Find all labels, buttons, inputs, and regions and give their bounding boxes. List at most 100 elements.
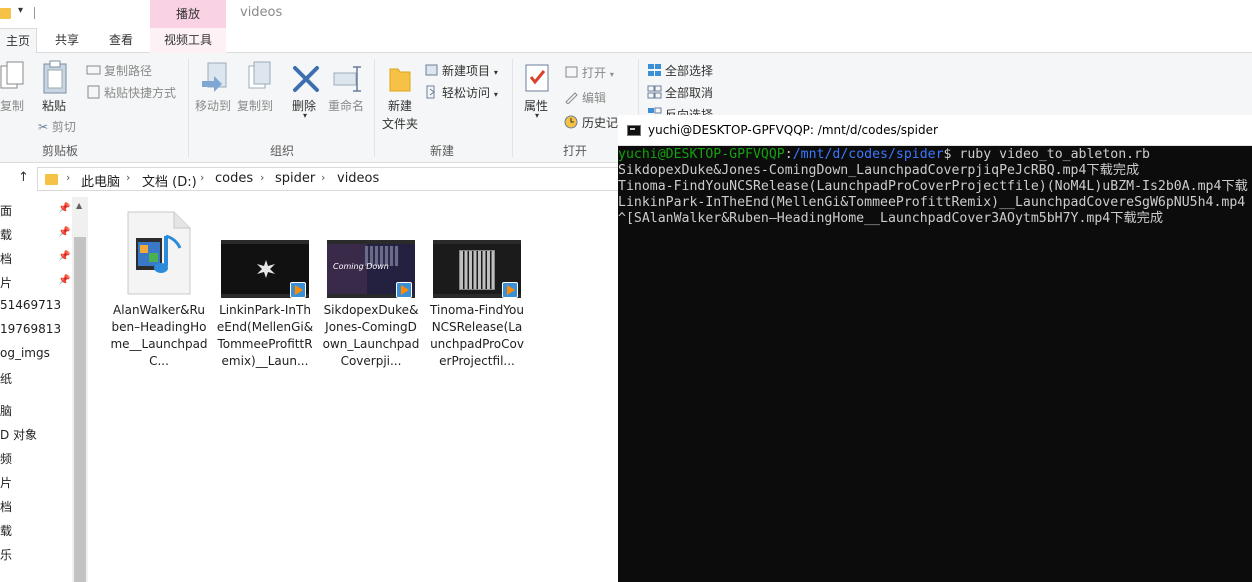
edit-icon [565,92,578,104]
nav-item[interactable]: 片 [0,474,12,491]
easy-access-icon [426,85,435,99]
edit-button[interactable]: 编辑 [564,89,606,106]
nav-item[interactable]: 档 [0,250,12,267]
file-item[interactable]: LinkinPark-InTheEnd(MellenGi&TommeeProfi… [216,208,314,378]
launchpad-graphic [459,250,495,290]
terminal-line: SikdopexDuke&Jones-ComingDown_LaunchpadC… [618,162,1140,178]
terminal-output[interactable]: yuchi@DESKTOP-GPFVQQP:/mnt/d/codes/spide… [618,147,1252,227]
nav-item[interactable]: D 对象 [0,426,37,443]
open-dropdown-icon: ▾ [609,70,614,79]
copy-path-button[interactable]: 复制路径 [86,62,152,79]
easy-access-button[interactable]: 轻松访问 ▾ [424,84,498,101]
new-folder-icon [389,68,411,92]
prompt-command: $ ruby video_to_ableton.rb [943,147,1150,162]
delete-dropdown-icon[interactable]: ▾ [303,111,307,120]
clipboard-group-label: 剪贴板 [42,144,79,158]
terminal-line: ^[SAlanWalker&Ruben–HeadingHome__Launchp… [618,210,1164,226]
media-player-badge-icon [290,282,306,298]
prompt-user: yuchi@DESKTOP-GPFVQQP [618,147,785,162]
file-item[interactable]: Coming Down SikdopexDuke&Jones-ComingDow… [322,208,420,378]
nav-item[interactable]: 载 [0,522,12,539]
prompt-path: /mnt/d/codes/spider [792,147,944,162]
breadcrumb-videos[interactable]: videos [337,171,379,186]
open-label: 打开 [582,66,607,80]
tab-video-tools[interactable]: 视频工具 [150,28,226,53]
chevron-right-icon[interactable]: › [260,171,264,184]
folder-icon[interactable] [0,8,11,19]
nav-item[interactable]: 脑 [0,402,12,419]
history-label: 历史记 [582,116,619,130]
nav-item[interactable]: 频 [0,450,12,467]
copy-path-label: 复制路径 [104,64,153,78]
scroll-up-icon[interactable]: ▲ [76,201,82,210]
group-separator [374,59,375,157]
file-name: SikdopexDuke&Jones-ComingDown_LaunchpadC… [322,303,420,368]
select-none-button[interactable]: 全部取消 [647,84,713,101]
nav-item[interactable]: 51469713 [0,298,61,312]
easy-access-label: 轻松访问 [442,86,491,100]
file-item[interactable]: Tinoma-FindYouNCSRelease(LaunchpadProCov… [428,208,526,378]
chevron-right-icon[interactable]: › [126,171,130,184]
copy-path-icon [86,65,101,75]
new-item-icon [425,64,438,76]
terminal-icon [627,125,641,136]
cut-button[interactable]: ✂ 剪切 [38,118,76,135]
move-to-button[interactable]: 移动到 [195,97,231,114]
quick-access-dropdown-icon[interactable]: ▾ [18,5,23,16]
explorer-titlebar: ▾ 播放 videos [0,0,1252,28]
copy-button[interactable]: 复制 [0,97,24,114]
nav-scrollbar-thumb[interactable] [74,237,86,582]
history-icon [564,115,578,129]
paste-button[interactable]: 粘贴 [42,97,66,114]
tab-view[interactable]: 查看 [98,28,144,53]
terminal-window[interactable]: yuchi@DESKTOP-GPFVQQP: /mnt/d/codes/spid… [618,115,1252,582]
terminal-line: Tinoma-FindYouNCSRelease(LaunchpadProCov… [618,178,1248,194]
nav-item[interactable]: 纸 [0,370,12,387]
nav-item[interactable]: 面 [0,202,12,219]
new-folder-button-line2[interactable]: 文件夹 [382,115,418,132]
terminal-titlebar[interactable]: yuchi@DESKTOP-GPFVQQP: /mnt/d/codes/spid… [618,115,1252,146]
media-player-badge-icon [502,282,518,298]
history-button[interactable]: 历史记 [564,114,618,131]
breadcrumb-codes[interactable]: codes [215,171,253,186]
file-item[interactable]: AlanWalker&Ruben–HeadingHome__LaunchpadC… [110,208,208,378]
scissors-icon: ✂ [38,120,49,134]
breadcrumb-spider[interactable]: spider [275,171,315,186]
pin-icon[interactable]: 📌 [58,251,70,262]
media-player-badge-icon [396,282,412,298]
file-name: Tinoma-FindYouNCSRelease(LaunchpadProCov… [430,303,524,368]
chevron-right-icon[interactable]: › [321,171,325,184]
quick-access-separator [34,7,35,19]
breadcrumb-drive-d[interactable]: 文档 (D:) [142,171,197,190]
terminal-line: LinkinPark-InTheEnd(MellenGi&TommeeProfi… [618,194,1246,210]
nav-item[interactable]: 乐 [0,546,12,563]
nav-item[interactable]: 档 [0,498,12,515]
paste-icon [43,60,67,94]
pin-icon[interactable]: 📌 [58,203,70,214]
tab-share[interactable]: 共享 [44,28,90,53]
properties-dropdown-icon[interactable]: ▾ [535,111,539,120]
new-item-button[interactable]: 新建项目 ▾ [424,62,498,79]
nav-item[interactable]: 19769813 [0,322,61,336]
paste-shortcut-button[interactable]: 粘贴快捷方式 [86,84,176,101]
new-folder-button-line1[interactable]: 新建 [388,97,412,114]
chevron-right-icon[interactable]: › [200,171,204,184]
nav-scrollbar[interactable]: ▲ [72,197,88,582]
nav-item[interactable]: og_imgs [0,346,50,360]
open-group-label: 打开 [563,144,588,158]
breadcrumb-this-pc[interactable]: 此电脑 [81,171,120,190]
nav-item[interactable]: 载 [0,226,12,243]
select-all-icon [648,64,661,76]
copy-to-button[interactable]: 复制到 [237,97,273,114]
nav-item[interactable]: 片 [0,274,12,291]
edit-label: 编辑 [582,91,607,105]
rename-button[interactable]: 重命名 [328,97,364,114]
tab-home[interactable]: 主页 [0,28,37,54]
pin-icon[interactable]: 📌 [58,275,70,286]
select-all-button[interactable]: 全部选择 [647,62,713,79]
up-arrow-icon[interactable]: ↑ [18,170,29,185]
chevron-right-icon[interactable]: › [66,171,70,184]
rename-icon [333,66,361,92]
open-button[interactable]: 打开 ▾ [564,64,614,81]
pin-icon[interactable]: 📌 [58,227,70,238]
